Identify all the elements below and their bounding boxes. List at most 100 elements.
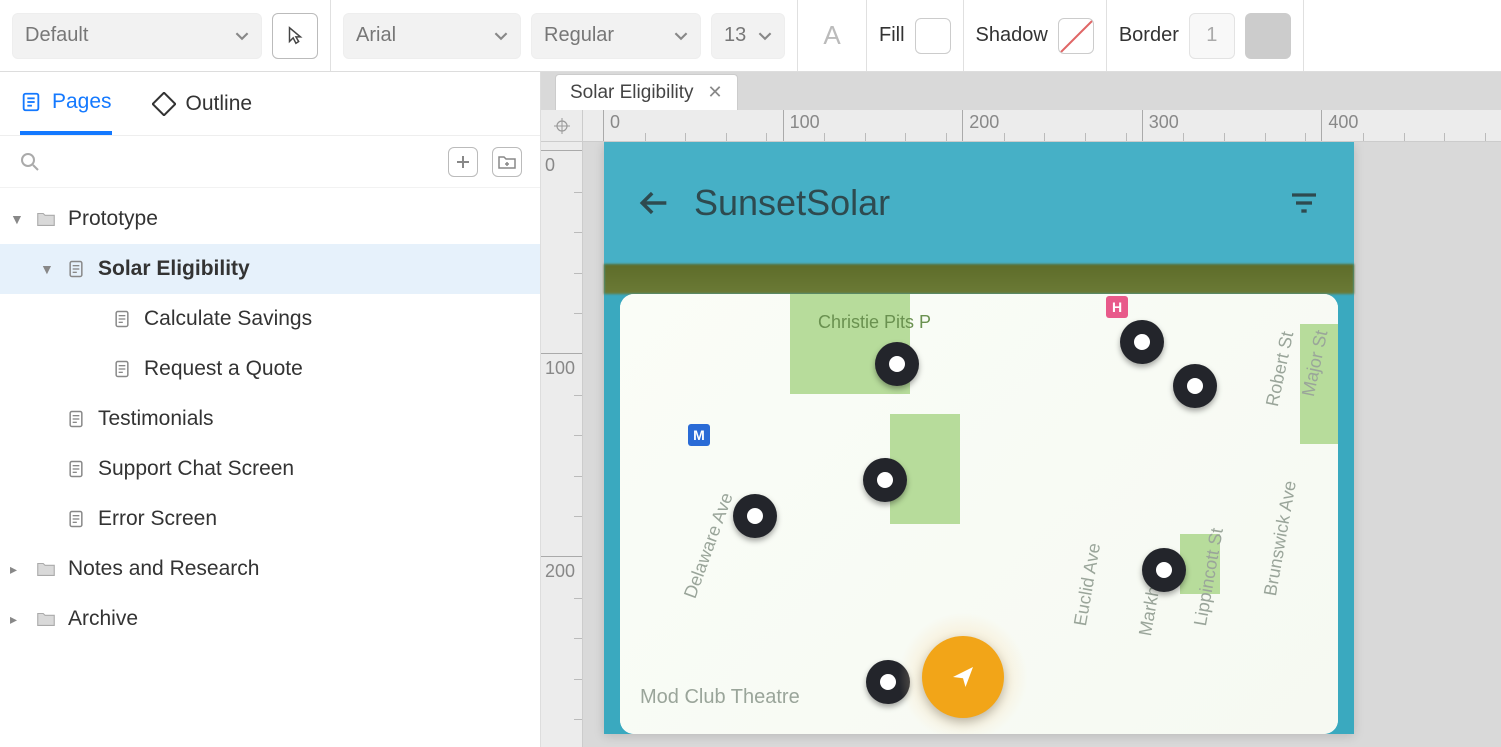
font-weight-value: Regular — [544, 24, 614, 47]
tree-toggle-icon[interactable]: ▼ — [10, 211, 24, 227]
text-color-group: A — [798, 0, 867, 71]
tree-item-request-quote[interactable]: Request a Quote — [0, 344, 540, 394]
tree-item-label: Notes and Research — [68, 557, 259, 581]
ruler-vertical[interactable]: 0100200 — [541, 142, 583, 747]
tree-item-label: Error Screen — [98, 507, 217, 531]
chevron-down-icon — [758, 29, 772, 43]
fill-swatch[interactable] — [915, 18, 951, 54]
cursor-tool-button[interactable] — [272, 13, 318, 59]
folder-plus-icon — [498, 154, 516, 170]
style-preset-select[interactable]: Default — [12, 13, 262, 59]
font-family-value: Arial — [356, 24, 396, 47]
typography-group: Arial Regular 13 — [331, 0, 798, 71]
border-group: Border 1 — [1107, 0, 1304, 71]
font-weight-select[interactable]: Regular — [531, 13, 701, 59]
main-area: Pages Outline ▼Prototype▼Solar Eligibili… — [0, 72, 1501, 747]
page-tree: ▼Prototype▼Solar EligibilityCalculate Sa… — [0, 188, 540, 650]
border-label: Border — [1119, 24, 1179, 47]
artboard-solar-eligibility[interactable]: SunsetSolar Christie Pits P Delaware Ave — [604, 142, 1354, 734]
add-folder-button[interactable] — [492, 147, 522, 177]
chevron-down-icon — [674, 29, 688, 43]
page-icon — [64, 407, 88, 431]
folder-icon — [34, 607, 58, 631]
metro-icon: M — [688, 424, 710, 446]
filter-icon[interactable] — [1288, 187, 1320, 219]
close-tab-icon[interactable]: ✕ — [708, 82, 723, 103]
shadow-group: Shadow — [964, 0, 1107, 71]
outline-icon — [152, 92, 176, 116]
document-tab[interactable]: Solar Eligibility ✕ — [555, 74, 738, 110]
style-preset-value: Default — [25, 24, 88, 47]
map-pin[interactable] — [1120, 320, 1164, 364]
panel-toolbar — [0, 136, 540, 188]
text-color-button[interactable]: A — [810, 14, 854, 58]
tree-item-notes[interactable]: ▸ Notes and Research — [0, 544, 540, 594]
tree-item-support-chat[interactable]: Support Chat Screen — [0, 444, 540, 494]
ruler-tick-label: 200 — [969, 112, 999, 133]
font-family-select[interactable]: Arial — [343, 13, 521, 59]
canvas-area: Solar Eligibility ✕ 0100200300400 010020… — [541, 72, 1501, 747]
tree-item-error-screen[interactable]: Error Screen — [0, 494, 540, 544]
tab-outline-label: Outline — [186, 92, 253, 116]
tab-pages[interactable]: Pages — [20, 72, 112, 135]
tree-item-label: Request a Quote — [144, 357, 303, 381]
current-location-button[interactable] — [922, 636, 1004, 718]
page-icon — [64, 257, 88, 281]
map-poi-label: Mod Club Theatre — [640, 686, 800, 709]
canvas-viewport[interactable]: SunsetSolar Christie Pits P Delaware Ave — [583, 142, 1501, 747]
add-page-button[interactable] — [448, 147, 478, 177]
app-header: SunsetSolar — [604, 142, 1354, 264]
search-icon[interactable] — [18, 150, 42, 174]
map-pin[interactable] — [863, 458, 907, 502]
font-size-select[interactable]: 13 — [711, 13, 785, 59]
fill-label: Fill — [879, 24, 905, 47]
tab-outline[interactable]: Outline — [152, 72, 253, 135]
document-tab-label: Solar Eligibility — [570, 82, 694, 104]
hero-background-strip — [604, 264, 1354, 294]
chevron-down-icon — [235, 29, 249, 43]
ruler-tick-label: 300 — [1149, 112, 1179, 133]
tree-item-archive[interactable]: ▸Archive — [0, 594, 540, 644]
border-color-swatch[interactable] — [1245, 13, 1291, 59]
ruler-horizontal[interactable]: 0100200300400 — [583, 110, 1501, 142]
map-pin[interactable] — [1173, 364, 1217, 408]
top-toolbar: Default Arial Regular 13 A Fill Shadow — [0, 0, 1501, 72]
chevron-down-icon — [494, 29, 508, 43]
left-panel: Pages Outline ▼Prototype▼Solar Eligibili… — [0, 72, 541, 747]
tree-toggle-icon[interactable]: ▸ — [10, 611, 24, 628]
tree-item-label: Testimonials — [98, 407, 214, 431]
map-pin[interactable] — [733, 494, 777, 538]
panel-tabs: Pages Outline — [0, 72, 540, 136]
ruler-tick-label: 0 — [545, 155, 555, 176]
ruler-tick-label: 400 — [1328, 112, 1358, 133]
document-tab-strip: Solar Eligibility ✕ — [541, 72, 1501, 110]
map-card[interactable]: Christie Pits P Delaware Ave Euclid Ave … — [620, 294, 1338, 734]
tree-item-prototype[interactable]: ▼Prototype — [0, 194, 540, 244]
tree-toggle-icon[interactable]: ▼ — [40, 261, 54, 277]
crosshair-icon — [554, 118, 570, 134]
page-icon — [64, 457, 88, 481]
fill-group: Fill — [867, 0, 964, 71]
folder-icon — [34, 557, 58, 581]
ruler-tick-label: 200 — [545, 561, 575, 582]
tree-item-testimonials[interactable]: Testimonials — [0, 394, 540, 444]
back-arrow-icon[interactable] — [638, 186, 672, 220]
tree-item-label: Solar Eligibility — [98, 257, 250, 281]
ruler-tick-label: 0 — [610, 112, 620, 133]
ruler-origin[interactable] — [541, 110, 583, 142]
tree-item-solar-eligibility[interactable]: ▼ Solar Eligibility — [0, 244, 540, 294]
page-icon — [110, 307, 134, 331]
shadow-label: Shadow — [976, 24, 1048, 47]
border-width-input[interactable]: 1 — [1189, 13, 1235, 59]
tree-toggle-icon[interactable]: ▸ — [10, 561, 24, 578]
map-pin[interactable] — [875, 342, 919, 386]
tree-item-label: Calculate Savings — [144, 307, 312, 331]
page-icon — [110, 357, 134, 381]
app-title: SunsetSolar — [694, 182, 890, 224]
shadow-swatch-none[interactable] — [1058, 18, 1094, 54]
plus-icon — [455, 154, 471, 170]
hospital-icon: H — [1106, 296, 1128, 318]
font-size-value: 13 — [724, 24, 746, 47]
map-pin[interactable] — [1142, 548, 1186, 592]
tree-item-calculate-savings[interactable]: Calculate Savings — [0, 294, 540, 344]
